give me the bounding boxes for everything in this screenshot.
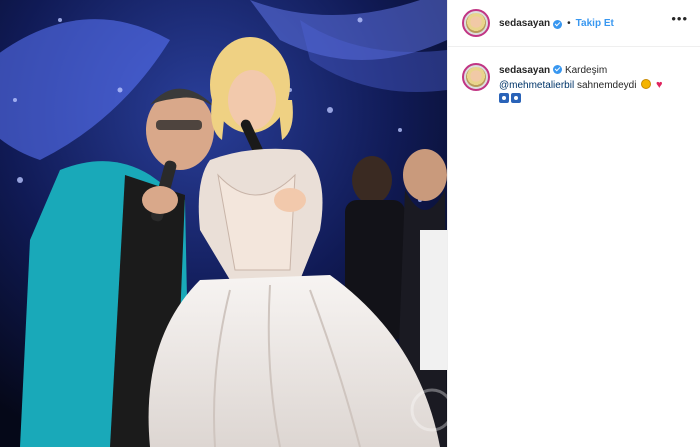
caption-text: sedasayan Kardeşim @mehmetalierbil sahne… (499, 63, 663, 107)
avatar-image (466, 13, 486, 33)
caption-body: Kardeşim (564, 65, 608, 76)
caption-username-link[interactable]: sedasayan (499, 65, 550, 76)
username-link[interactable]: sedasayan (499, 18, 550, 29)
smiling-face-emoji-icon (641, 79, 652, 89)
avatar[interactable] (462, 9, 490, 37)
more-options-icon[interactable]: ••• (671, 12, 688, 25)
avatar-image (466, 67, 486, 87)
instagram-post: sedasayan • Takip Et ••• sedasayan Karde… (0, 0, 700, 447)
heart-emoji-icon: ♥ (656, 79, 663, 91)
caption-comment: sedasayan Kardeşim @mehmetalierbil sahne… (448, 47, 700, 107)
eyes-emoji-icon (499, 93, 509, 103)
mention-link[interactable]: @mehmetalierbil (499, 80, 574, 91)
concert-stage-photo (0, 0, 447, 447)
verified-badge-icon (553, 19, 563, 29)
eyes-emoji-icon (511, 93, 521, 103)
separator-dot: • (567, 17, 571, 29)
post-sidebar: sedasayan • Takip Et ••• sedasayan Karde… (447, 0, 700, 447)
post-photo[interactable] (0, 0, 447, 447)
post-header: sedasayan • Takip Et ••• (448, 0, 700, 47)
caption-tail: sahnemdeydi (576, 80, 637, 91)
follow-button[interactable]: Takip Et (576, 18, 614, 29)
caption-avatar[interactable] (462, 63, 490, 91)
verified-badge-icon (553, 65, 563, 74)
